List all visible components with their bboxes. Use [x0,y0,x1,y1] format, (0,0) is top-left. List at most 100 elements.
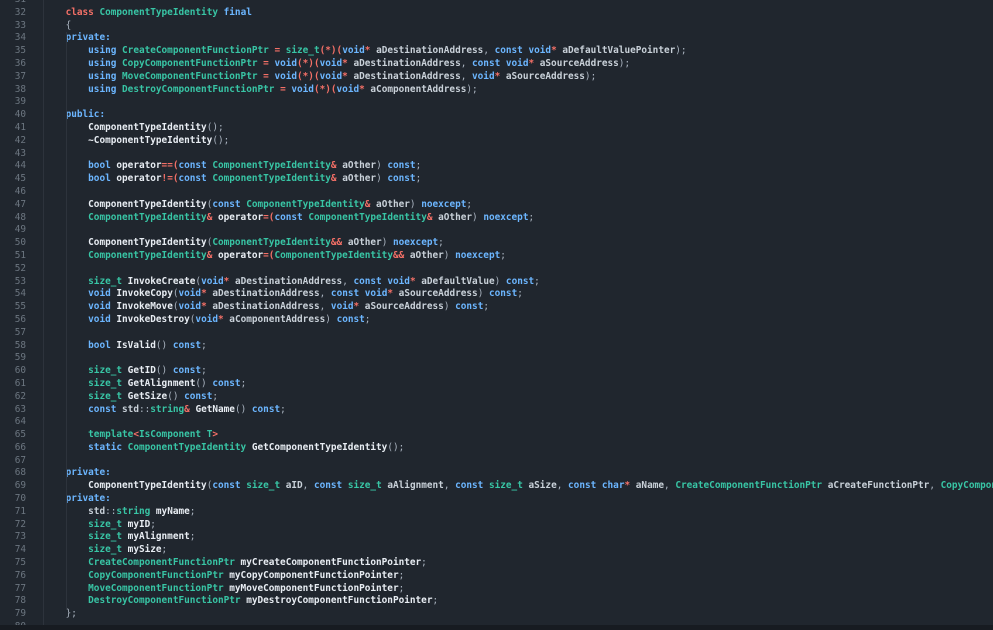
line-number[interactable]: 48 [0,212,26,225]
code-line[interactable]: 49 [0,224,993,237]
line-number[interactable]: 49 [0,224,26,237]
code-line[interactable]: 71 std::string myName; [0,506,993,519]
code-line[interactable]: 64 [0,416,993,429]
code-line[interactable]: 68 private: [0,467,993,480]
line-number[interactable]: 38 [0,84,26,97]
line-number[interactable]: 72 [0,519,26,532]
code-lines[interactable]: 3132 class ComponentTypeIdentity final33… [0,0,993,630]
code-line[interactable]: 75 CreateComponentFunctionPtr myCreateCo… [0,557,993,570]
line-number[interactable]: 66 [0,442,26,455]
line-number[interactable]: 37 [0,71,26,84]
line-number[interactable]: 60 [0,365,26,378]
code-line[interactable]: 59 [0,352,993,365]
code-line[interactable]: 54 void InvokeCopy(void* aDestinationAdd… [0,288,993,301]
code-line[interactable]: 61 size_t GetAlignment() const; [0,378,993,391]
code-line[interactable]: 73 size_t myAlignment; [0,531,993,544]
code-line[interactable]: 33 { [0,20,993,33]
line-number[interactable]: 70 [0,493,26,506]
line-number[interactable]: 45 [0,173,26,186]
code-line[interactable]: 74 size_t mySize; [0,544,993,557]
code-line[interactable]: 77 MoveComponentFunctionPtr myMoveCompon… [0,583,993,596]
code-line[interactable]: 35 using CreateComponentFunctionPtr = si… [0,45,993,58]
code-line[interactable]: 34 private: [0,32,993,45]
line-number[interactable]: 75 [0,557,26,570]
line-number[interactable]: 73 [0,531,26,544]
horizontal-scrollbar[interactable] [0,625,993,630]
line-number[interactable]: 44 [0,160,26,173]
line-number[interactable]: 64 [0,416,26,429]
line-number[interactable]: 31 [0,0,26,7]
code-line[interactable]: 32 class ComponentTypeIdentity final [0,7,993,20]
code-line[interactable]: 79 }; [0,608,993,621]
line-number[interactable]: 62 [0,391,26,404]
line-number[interactable]: 61 [0,378,26,391]
code-line[interactable]: 65 template<IsComponent T> [0,429,993,442]
code-line[interactable]: 46 [0,186,993,199]
code-line[interactable]: 52 [0,263,993,276]
code-line[interactable]: 31 [0,0,993,7]
line-number[interactable]: 34 [0,32,26,45]
line-number[interactable]: 42 [0,135,26,148]
code-line[interactable]: 48 ComponentTypeIdentity& operator=(cons… [0,212,993,225]
line-number[interactable]: 71 [0,506,26,519]
code-editor[interactable]: 3132 class ComponentTypeIdentity final33… [0,0,993,630]
code-line[interactable]: 36 using CopyComponentFunctionPtr = void… [0,58,993,71]
line-number[interactable]: 52 [0,263,26,276]
line-number[interactable]: 65 [0,429,26,442]
line-number[interactable]: 68 [0,467,26,480]
code-line[interactable]: 55 void InvokeMove(void* aDestinationAdd… [0,301,993,314]
line-number[interactable]: 57 [0,327,26,340]
code-line[interactable]: 70 private: [0,493,993,506]
line-number[interactable]: 50 [0,237,26,250]
line-number[interactable]: 39 [0,96,26,109]
line-number[interactable]: 47 [0,199,26,212]
code-line[interactable]: 43 [0,148,993,161]
line-number[interactable]: 74 [0,544,26,557]
line-number[interactable]: 56 [0,314,26,327]
line-number[interactable]: 36 [0,58,26,71]
code-line[interactable]: 37 using MoveComponentFunctionPtr = void… [0,71,993,84]
line-number[interactable]: 41 [0,122,26,135]
code-line[interactable]: 63 const std::string& GetName() const; [0,404,993,417]
line-number[interactable]: 51 [0,250,26,263]
code-line[interactable]: 47 ComponentTypeIdentity(const Component… [0,199,993,212]
line-number[interactable]: 78 [0,595,26,608]
code-line[interactable]: 72 size_t myID; [0,519,993,532]
line-number[interactable]: 59 [0,352,26,365]
code-line[interactable]: 45 bool operator!=(const ComponentTypeId… [0,173,993,186]
line-number[interactable]: 63 [0,404,26,417]
line-number[interactable]: 54 [0,288,26,301]
code-line[interactable]: 38 using DestroyComponentFunctionPtr = v… [0,84,993,97]
code-line[interactable]: 76 CopyComponentFunctionPtr myCopyCompon… [0,570,993,583]
code-line[interactable]: 60 size_t GetID() const; [0,365,993,378]
code-line[interactable]: 56 void InvokeDestroy(void* aComponentAd… [0,314,993,327]
code-line[interactable]: 57 [0,327,993,340]
line-number[interactable]: 77 [0,583,26,596]
line-number[interactable]: 55 [0,301,26,314]
line-number[interactable]: 69 [0,480,26,493]
code-line[interactable]: 50 ComponentTypeIdentity(ComponentTypeId… [0,237,993,250]
code-line[interactable]: 62 size_t GetSize() const; [0,391,993,404]
code-line[interactable]: 39 [0,96,993,109]
code-line[interactable]: 40 public: [0,109,993,122]
code-line[interactable]: 41 ComponentTypeIdentity(); [0,122,993,135]
line-number[interactable]: 76 [0,570,26,583]
line-number[interactable]: 58 [0,340,26,353]
code-line[interactable]: 58 bool IsValid() const; [0,340,993,353]
line-number[interactable]: 33 [0,20,26,33]
code-line[interactable]: 69 ComponentTypeIdentity(const size_t aI… [0,480,993,493]
code-line[interactable]: 78 DestroyComponentFunctionPtr myDestroy… [0,595,993,608]
line-number[interactable]: 32 [0,7,26,20]
line-number[interactable]: 46 [0,186,26,199]
line-number[interactable]: 40 [0,109,26,122]
code-line[interactable]: 53 size_t InvokeCreate(void* aDestinatio… [0,276,993,289]
line-number[interactable]: 79 [0,608,26,621]
line-number[interactable]: 35 [0,45,26,58]
line-number[interactable]: 43 [0,148,26,161]
code-line[interactable]: 67 [0,455,993,468]
line-number[interactable]: 67 [0,455,26,468]
code-line[interactable]: 44 bool operator==(const ComponentTypeId… [0,160,993,173]
code-line[interactable]: 66 static ComponentTypeIdentity GetCompo… [0,442,993,455]
code-line[interactable]: 42 ~ComponentTypeIdentity(); [0,135,993,148]
line-number[interactable]: 53 [0,276,26,289]
